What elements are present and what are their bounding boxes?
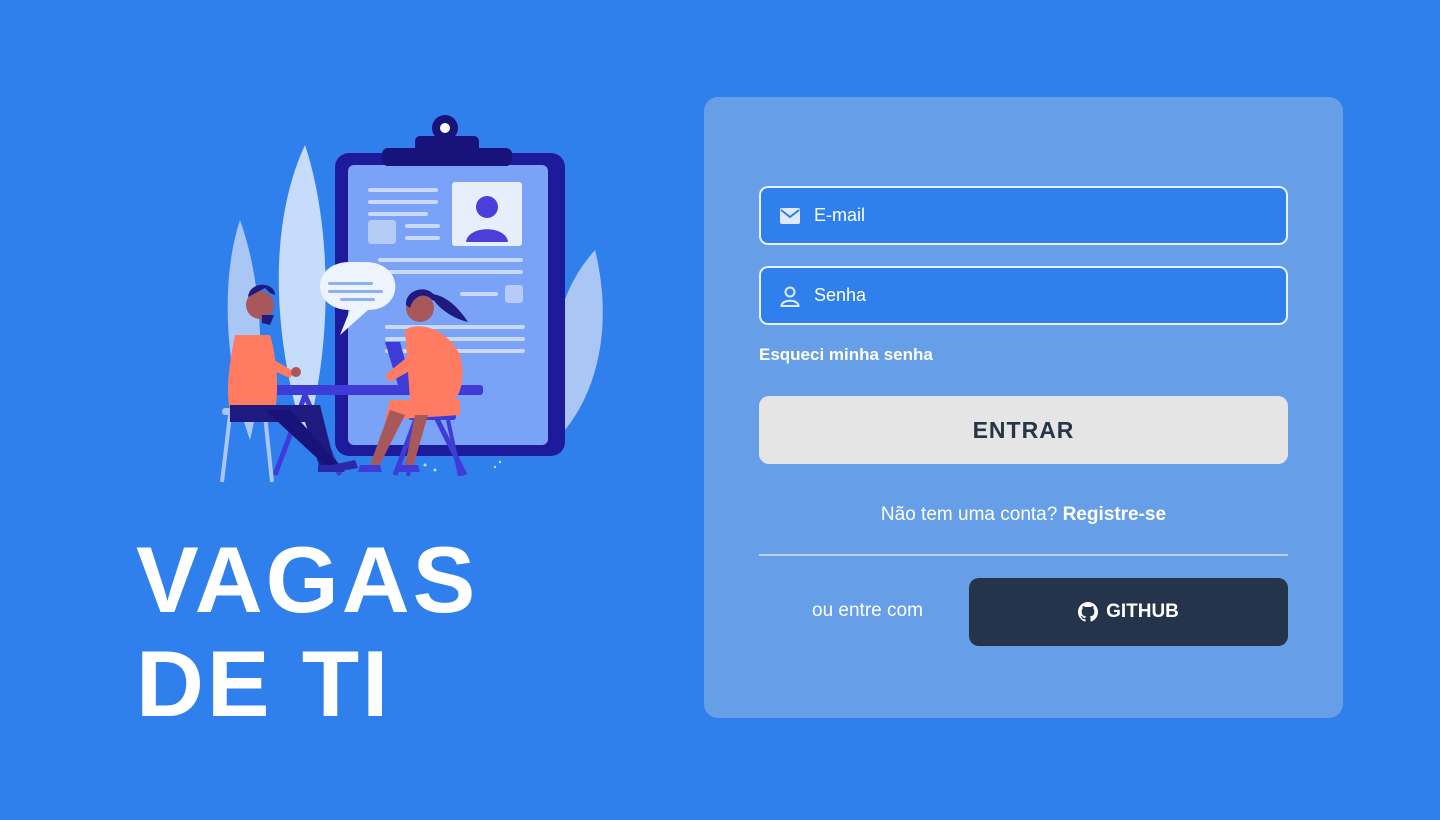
github-button-label: GITHUB	[1106, 601, 1179, 622]
brand-title: VAGAS DE TI	[136, 528, 478, 736]
job-interview-illustration	[220, 115, 603, 483]
forgot-password-link[interactable]: Esqueci minha senha	[759, 345, 933, 365]
brand-title-line1: VAGAS	[136, 527, 479, 632]
email-field-wrapper	[759, 186, 1288, 245]
register-link[interactable]: Registre-se	[1063, 504, 1167, 525]
login-button[interactable]: ENTRAR	[759, 396, 1288, 464]
mail-icon	[778, 204, 802, 228]
password-field-wrapper	[759, 266, 1288, 325]
register-prompt: Não tem uma conta? Registre-se	[759, 504, 1288, 526]
github-login-button[interactable]: GITHUB	[969, 578, 1288, 646]
github-icon	[1078, 602, 1099, 622]
email-input[interactable]	[812, 187, 1286, 244]
brand-title-line2: DE TI	[136, 631, 392, 736]
divider	[759, 554, 1288, 556]
register-prompt-text: Não tem uma conta?	[880, 504, 1058, 525]
login-card: Esqueci minha senha ENTRAR Não tem uma c…	[704, 97, 1343, 718]
user-icon	[778, 284, 802, 308]
password-input[interactable]	[812, 267, 1286, 324]
alt-login-text: ou entre com	[812, 600, 923, 621]
